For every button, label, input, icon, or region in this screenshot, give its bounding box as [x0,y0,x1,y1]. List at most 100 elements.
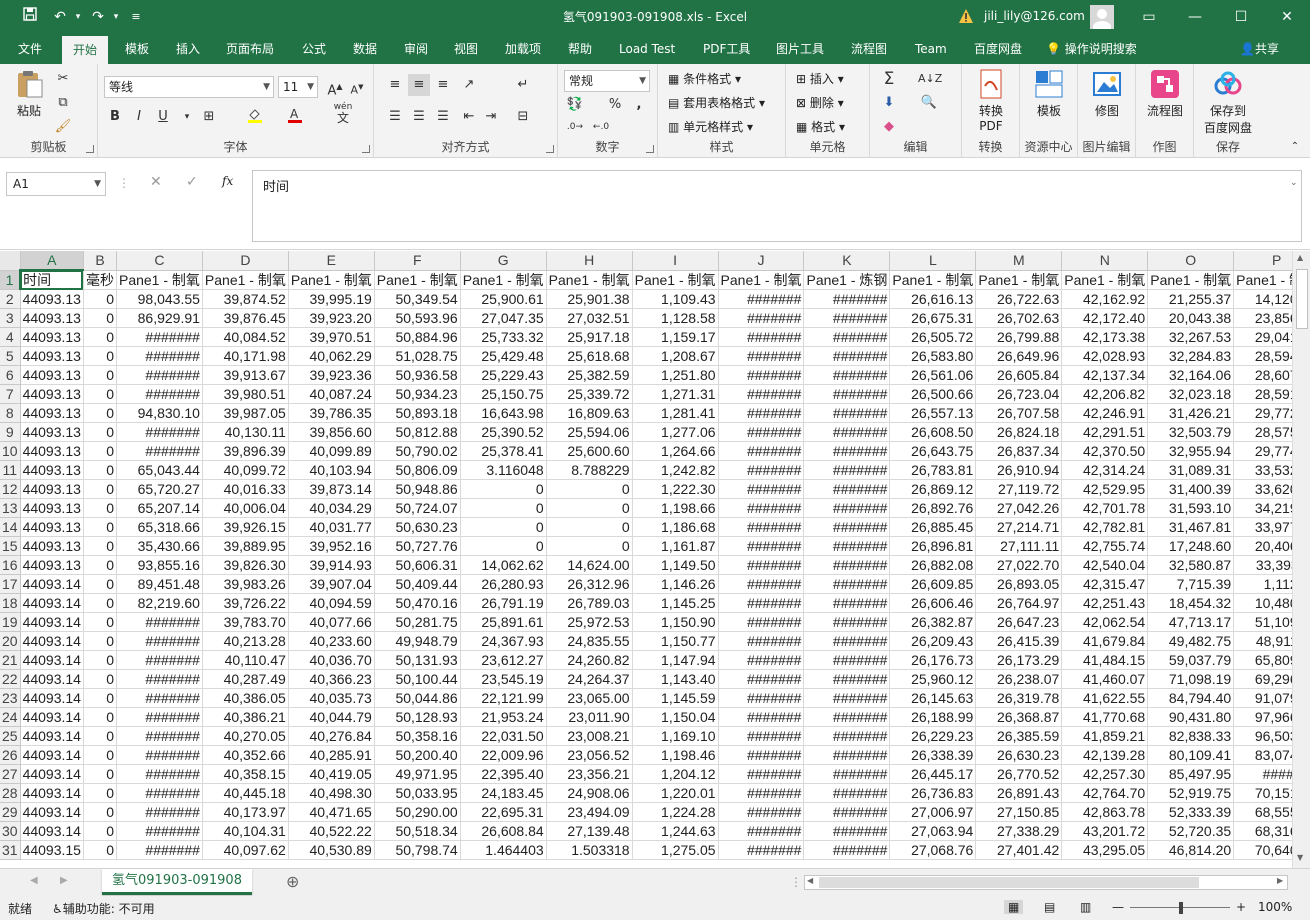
cell[interactable]: 40,084.52 [202,327,289,347]
cell[interactable]: 0 [83,403,117,423]
cell[interactable]: 时间 [20,270,84,290]
cell[interactable]: 35,430.66 [116,536,203,556]
cell[interactable]: 27,047.35 [460,308,547,328]
row-header[interactable]: 29 [0,802,21,822]
row-header[interactable]: 20 [0,631,21,651]
column-header[interactable]: G [460,251,547,271]
horizontal-scrollbar[interactable]: ◀ ▶ [804,875,1288,890]
formula-input[interactable]: 时间 [252,170,1302,242]
cell[interactable]: 26,702.63 [975,308,1063,328]
cell[interactable]: 27,068.76 [889,840,977,860]
cell[interactable]: 26,145.63 [889,688,977,708]
cell[interactable]: 39,952.16 [288,536,375,556]
row-header[interactable]: 27 [0,764,21,784]
font-name-box[interactable]: 等线 ▼ [104,76,274,98]
cell[interactable]: ####### [803,346,891,366]
cell[interactable]: 44093.14 [20,821,84,841]
cell[interactable]: 51,028.75 [374,346,461,366]
cell[interactable]: 0 [83,384,117,404]
scroll-right-icon[interactable]: ▶ [1277,876,1283,885]
cell[interactable]: 50,630.23 [374,517,461,537]
cell[interactable]: 41,679.84 [1061,631,1149,651]
cell[interactable]: 26,647.23 [975,612,1063,632]
tab-split-icon[interactable]: ⋮ [790,875,802,889]
cell[interactable]: 26,791.19 [460,593,547,613]
cell[interactable]: 44093.13 [20,384,84,404]
cell[interactable]: 40,498.30 [288,783,375,803]
cell[interactable]: 26,882.08 [889,555,977,575]
cell[interactable]: 41,484.15 [1061,650,1149,670]
fill-icon[interactable]: ⬇ [878,92,900,114]
cell[interactable]: 24,264.37 [546,669,633,689]
cell[interactable]: 23,545.19 [460,669,547,689]
cell[interactable]: 40,104.31 [202,821,289,841]
cell[interactable]: ####### [718,346,805,366]
cell[interactable]: 27,022.70 [975,555,1063,575]
cell[interactable]: 44093.14 [20,764,84,784]
cell[interactable]: 3.116048 [460,460,547,480]
expand-formula-icon[interactable]: ⌄ [1290,178,1298,188]
cell[interactable]: 0 [83,289,117,309]
cell[interactable]: 27,338.29 [975,821,1063,841]
cell[interactable]: ####### [803,327,891,347]
cell[interactable]: 1,242.82 [632,460,719,480]
maximize-icon[interactable]: ☐ [1218,0,1264,34]
tab-flowchart[interactable]: 流程图 [840,34,898,64]
cell[interactable]: 44093.14 [20,574,84,594]
cell[interactable]: 42,257.30 [1061,764,1149,784]
tab-picture-tools[interactable]: 图片工具 [765,34,835,64]
cell[interactable]: 25,600.60 [546,441,633,461]
page-break-view-icon[interactable]: ▥ [1080,900,1091,914]
cell[interactable]: 26,173.29 [975,650,1063,670]
cell[interactable]: 44093.13 [20,403,84,423]
cell[interactable]: ####### [718,669,805,689]
cell[interactable]: 1,208.67 [632,346,719,366]
wrap-text-icon[interactable]: ↵ [512,74,534,96]
cell[interactable]: 42,246.91 [1061,403,1149,423]
cell[interactable]: 50,948.86 [374,479,461,499]
cell[interactable]: 40,099.72 [202,460,289,480]
cell[interactable]: 42,529.95 [1061,479,1149,499]
cell[interactable]: 0 [83,669,117,689]
clipboard-launcher-icon[interactable] [86,145,94,153]
cell[interactable]: 44093.13 [20,555,84,575]
cell[interactable]: ####### [116,764,203,784]
cell[interactable]: 26,209.43 [889,631,977,651]
cell[interactable]: 52,720.35 [1147,821,1235,841]
add-sheet-icon[interactable]: ⊕ [286,872,299,891]
row-header[interactable]: 14 [0,517,21,537]
cell[interactable]: 82,838.33 [1147,726,1235,746]
cell[interactable]: 44093.14 [20,783,84,803]
cell[interactable]: 1,275.05 [632,840,719,860]
cell[interactable]: 1.503318 [546,840,633,860]
row-header[interactable]: 21 [0,650,21,670]
cell[interactable]: ####### [718,802,805,822]
cell[interactable]: 44093.14 [20,669,84,689]
cell[interactable]: 17,248.60 [1147,536,1235,556]
cell[interactable]: 0 [83,441,117,461]
cell[interactable]: 40,077.66 [288,612,375,632]
cell[interactable]: 25,917.18 [546,327,633,347]
cell[interactable]: 26,783.81 [889,460,977,480]
customize-qat-icon[interactable]: ≡ [124,6,148,28]
cell[interactable]: 1,222.30 [632,479,719,499]
cell[interactable]: 1,224.28 [632,802,719,822]
cell[interactable]: 25,891.61 [460,612,547,632]
cell[interactable]: ####### [803,289,891,309]
zoom-out-icon[interactable]: — [1112,900,1124,914]
cell[interactable]: ####### [718,403,805,423]
cell[interactable]: 65,809.83 [1233,650,1292,670]
cell[interactable]: ####### [803,365,891,385]
insert-cells-button[interactable]: ⊞ 插入 ▾ [796,70,844,87]
cell[interactable]: ####### [718,555,805,575]
cell[interactable]: ####### [803,593,891,613]
underline-button[interactable]: U [152,106,174,128]
row-header[interactable]: 5 [0,346,21,366]
format-painter-icon[interactable]: 🖌 [52,116,74,138]
cell[interactable]: 31,089.31 [1147,460,1235,480]
cell[interactable]: 44093.14 [20,802,84,822]
cell[interactable]: ####### [718,327,805,347]
cell[interactable]: 26,723.04 [975,384,1063,404]
cell[interactable]: 89,451.48 [116,574,203,594]
cell[interactable]: ####### [718,574,805,594]
